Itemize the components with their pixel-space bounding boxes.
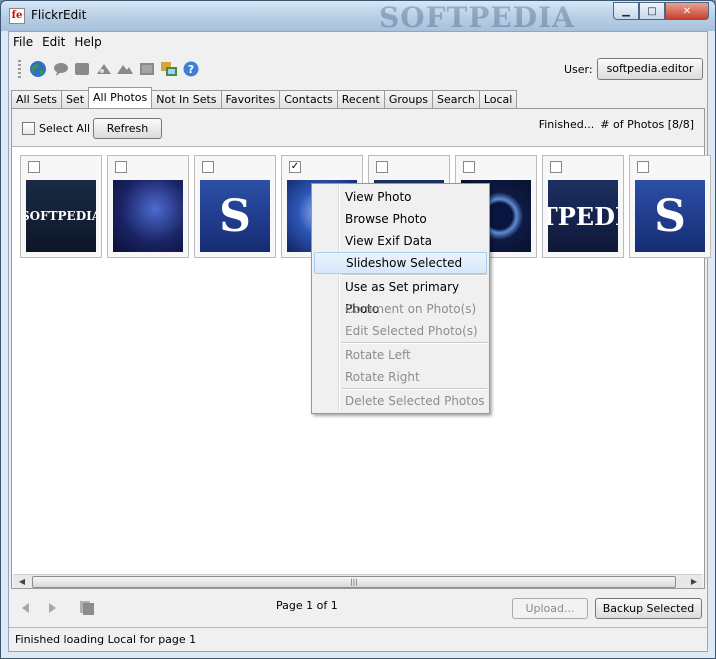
select-all-checkbox[interactable] <box>22 122 35 135</box>
refresh-button[interactable]: Refresh <box>93 118 162 139</box>
people-icon[interactable] <box>116 60 134 78</box>
scroll-thumb[interactable]: ||| <box>32 576 676 588</box>
tab-search[interactable]: Search <box>432 90 480 108</box>
photo-checkbox[interactable]: ✓ <box>289 161 301 173</box>
window-title: FlickrEdit <box>31 8 87 22</box>
photo-thumbnail[interactable]: SOFTPEDIA <box>20 155 102 258</box>
context-menu-item[interactable]: View Exif Data <box>312 230 489 252</box>
frame-icon[interactable] <box>138 60 156 78</box>
photo-thumbnail[interactable]: TPEDI <box>542 155 624 258</box>
title-bar[interactable]: fe FlickrEdit SOFTPEDIA ▁ □ ✕ <box>1 1 715 34</box>
svg-text:?: ? <box>188 63 194 76</box>
minimize-button[interactable]: ▁ <box>613 2 639 20</box>
app-window: fe FlickrEdit SOFTPEDIA ▁ □ ✕ File Edit … <box>0 0 716 659</box>
tag-icon[interactable] <box>95 60 113 78</box>
photo-thumbnail[interactable] <box>107 155 189 258</box>
menu-bar: File Edit Help <box>9 32 707 52</box>
menu-file[interactable]: File <box>9 32 38 52</box>
scroll-left-icon[interactable]: ◀ <box>15 576 29 588</box>
checkmark-icon: ✓ <box>290 161 300 172</box>
pages-icon[interactable] <box>79 600 95 616</box>
photo-image[interactable]: TPEDI <box>548 180 618 252</box>
select-all-label: Select All <box>39 122 91 135</box>
tab-bar: All Sets Set All Photos Not In Sets Favorite… <box>11 87 518 108</box>
tab-set[interactable]: Set <box>60 90 90 108</box>
gallery-icon[interactable] <box>160 60 178 78</box>
photo-checkbox[interactable] <box>28 161 40 173</box>
context-menu-item: Rotate Right <box>345 370 420 384</box>
context-menu-item: Delete Selected Photos <box>345 394 485 408</box>
tab-favorites[interactable]: Favorites <box>220 90 281 108</box>
photo-count: # of Photos [8/8] <box>600 118 694 131</box>
app-icon: fe <box>9 8 25 24</box>
next-page-icon[interactable] <box>45 601 59 615</box>
user-label: User: <box>564 63 593 76</box>
maximize-button[interactable]: □ <box>639 2 665 20</box>
tab-all-photos[interactable]: All Photos <box>88 87 153 108</box>
menu-separator <box>342 388 487 390</box>
globe-icon[interactable] <box>29 60 47 78</box>
photo-image[interactable]: S <box>200 180 270 252</box>
help-icon[interactable]: ? <box>182 60 200 78</box>
photo-checkbox[interactable] <box>637 161 649 173</box>
page-indicator: Page 1 of 1 <box>276 599 338 612</box>
menu-edit[interactable]: Edit <box>38 32 70 52</box>
photo-checkbox[interactable] <box>202 161 214 173</box>
close-button[interactable]: ✕ <box>665 2 709 20</box>
watermark: SOFTPEDIA <box>379 1 575 34</box>
menu-separator <box>342 274 487 276</box>
menu-separator <box>342 342 487 344</box>
footer-bar: Page 1 of 1 Upload... Backup Selected <box>9 593 707 623</box>
previous-page-icon[interactable] <box>19 601 33 615</box>
upload-button[interactable]: Upload... <box>512 598 588 619</box>
context-menu-item: Comment on Photo(s) <box>345 302 477 316</box>
toolbar-grip-icon[interactable] <box>18 60 21 80</box>
photo-checkbox[interactable] <box>463 161 475 173</box>
tab-groups[interactable]: Groups <box>383 90 434 108</box>
context-menu-item: Rotate Left <box>345 348 411 362</box>
context-menu: View Photo Browse Photo View Exif Data Slid… <box>311 183 490 414</box>
photo-image[interactable]: SOFTPEDIA <box>26 180 96 252</box>
photo-checkbox[interactable] <box>115 161 127 173</box>
tab-all-sets[interactable]: All Sets <box>11 90 62 108</box>
toolbar: ? User: softpedia.editor <box>9 54 707 84</box>
status-bar: Finished loading Local for page 1 <box>9 627 707 651</box>
photo-image[interactable] <box>113 180 183 252</box>
tab-local[interactable]: Local <box>478 90 518 108</box>
context-menu-item[interactable]: View Photo <box>312 186 489 208</box>
tab-recent[interactable]: Recent <box>336 90 385 108</box>
scroll-right-icon[interactable]: ▶ <box>687 576 701 588</box>
context-menu-item[interactable]: Use as Set primary Photo <box>312 276 489 316</box>
load-status: Finished... <box>538 118 595 131</box>
photo-checkbox[interactable] <box>550 161 562 173</box>
horizontal-scrollbar[interactable]: ◀ ||| ▶ <box>14 574 702 588</box>
note-icon[interactable] <box>73 60 91 78</box>
context-menu-item[interactable]: Slideshow Selected <box>314 252 487 274</box>
photo-image[interactable]: S <box>635 180 705 252</box>
tab-contacts[interactable]: Contacts <box>279 90 338 108</box>
photo-thumbnail[interactable]: S <box>629 155 711 258</box>
context-menu-item[interactable]: Browse Photo <box>312 208 489 230</box>
user-button[interactable]: softpedia.editor <box>597 58 703 80</box>
photo-thumbnail[interactable]: S <box>194 155 276 258</box>
tab-not-in-sets[interactable]: Not In Sets <box>151 90 222 108</box>
context-menu-item: Edit Selected Photo(s) <box>345 324 478 338</box>
backup-selected-button[interactable]: Backup Selected <box>595 598 702 619</box>
photo-checkbox[interactable] <box>376 161 388 173</box>
menu-help[interactable]: Help <box>70 32 106 52</box>
comment-icon[interactable] <box>52 60 70 78</box>
